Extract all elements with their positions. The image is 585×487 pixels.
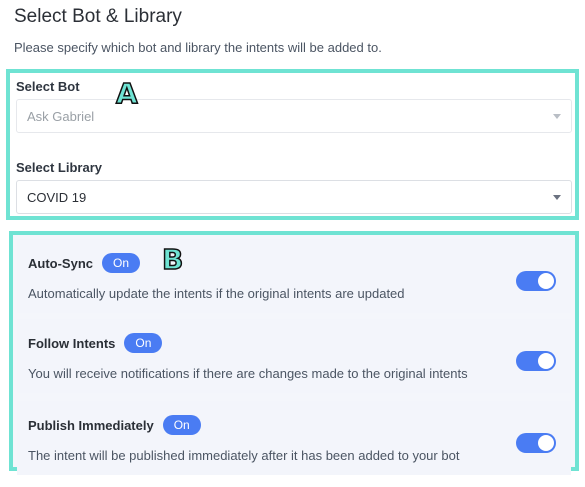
select-bot-dropdown[interactable]: Ask Gabriel bbox=[16, 99, 572, 133]
chevron-down-icon bbox=[553, 113, 561, 119]
setting-publish-immediately: Publish Immediately On The intent will b… bbox=[17, 401, 571, 475]
chevron-down-icon bbox=[553, 194, 561, 200]
status-badge: On bbox=[124, 333, 163, 353]
follow-intents-toggle[interactable] bbox=[516, 351, 556, 371]
status-badge: On bbox=[162, 415, 201, 435]
annotation-marker-b: B bbox=[161, 243, 184, 276]
setting-title: Auto-Sync bbox=[28, 255, 93, 271]
select-library-value: COVID 19 bbox=[27, 189, 87, 205]
setting-auto-sync: Auto-Sync On Automatically update the in… bbox=[17, 239, 571, 313]
select-bot-label: Select Bot bbox=[16, 79, 80, 94]
select-library-dropdown[interactable]: COVID 19 bbox=[16, 180, 572, 214]
status-badge: On bbox=[102, 253, 141, 273]
select-library-label: Select Library bbox=[16, 160, 102, 175]
page-title: Select Bot & Library bbox=[14, 6, 182, 27]
select-bot-value: Ask Gabriel bbox=[27, 108, 95, 124]
setting-title: Publish Immediately bbox=[28, 417, 154, 433]
toggle-knob bbox=[538, 273, 554, 289]
publish-immediately-toggle[interactable] bbox=[516, 433, 556, 453]
setting-follow-intents: Follow Intents On You will receive notif… bbox=[17, 319, 571, 393]
setting-description: The intent will be published immediately… bbox=[28, 448, 460, 463]
settings-section: Auto-Sync On Automatically update the in… bbox=[9, 231, 579, 475]
toggle-knob bbox=[538, 435, 554, 451]
auto-sync-toggle[interactable] bbox=[516, 271, 556, 291]
setting-title: Follow Intents bbox=[28, 335, 116, 351]
toggle-knob bbox=[538, 353, 554, 369]
bot-library-section: Select Bot Ask Gabriel Select Library CO… bbox=[6, 69, 579, 220]
page-subtitle: Please specify which bot and library the… bbox=[14, 40, 382, 55]
annotation-marker-a: A bbox=[115, 77, 138, 110]
setting-description: You will receive notifications if there … bbox=[28, 366, 468, 381]
setting-description: Automatically update the intents if the … bbox=[28, 286, 405, 301]
